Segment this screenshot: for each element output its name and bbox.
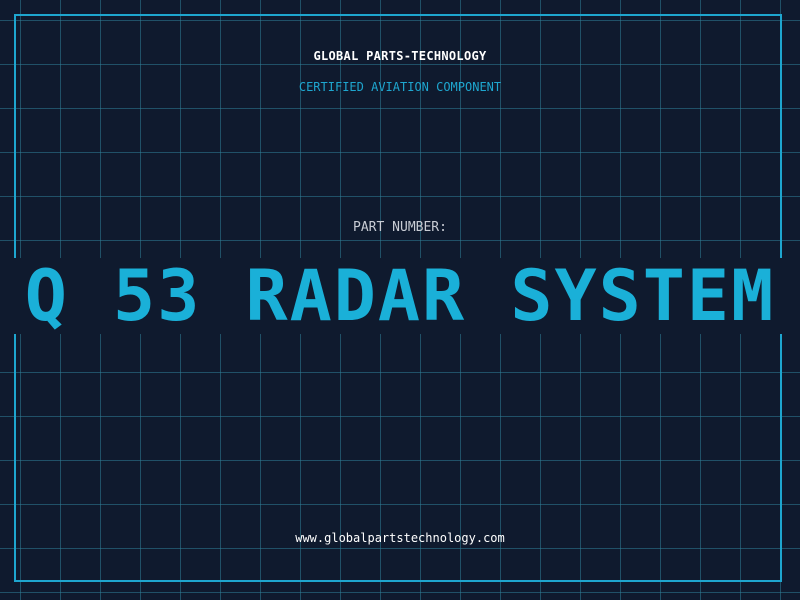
certificate-page: GLOBAL PARTS-TECHNOLOGY CERTIFIED AVIATI… [0, 0, 800, 600]
certification-text: CERTIFIED AVIATION COMPONENT [298, 80, 502, 94]
part-number-label: PART NUMBER: [353, 220, 447, 235]
part-number-band: Q 53 RADAR SYSTEM [0, 258, 800, 334]
part-number-value: Q 53 RADAR SYSTEM [24, 258, 776, 334]
company-name: GLOBAL PARTS-TECHNOLOGY [313, 49, 487, 63]
website-url: www.globalpartstechnology.com [295, 531, 505, 545]
